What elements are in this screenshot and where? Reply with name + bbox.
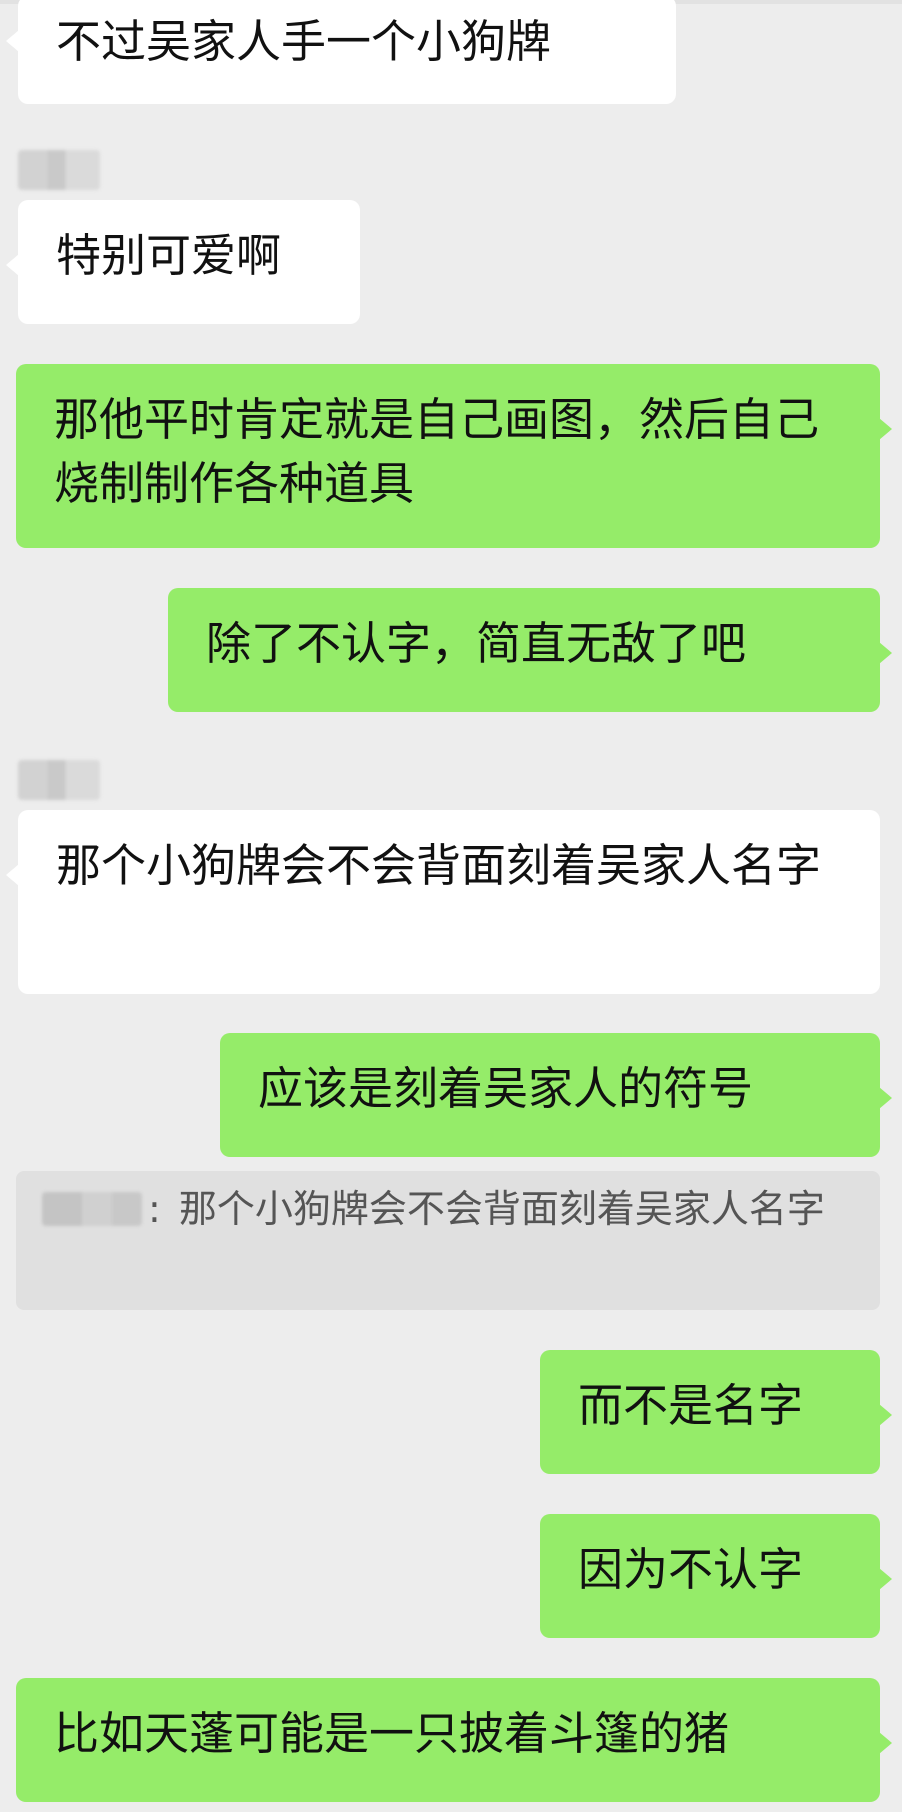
- bubble-tail: [879, 642, 892, 664]
- message-bubble-outgoing[interactable]: 因为不认字: [540, 1514, 892, 1638]
- message-text: 应该是刻着吴家人的符号: [258, 1062, 754, 1115]
- bubble-tail: [6, 254, 19, 276]
- bubble-tail: [6, 30, 19, 52]
- bubble-tail: [879, 1087, 892, 1109]
- quoted-text: 那个小狗牌会不会背面刻着吴家人名字: [178, 1187, 825, 1231]
- sender-name-blurred: [18, 760, 100, 800]
- quoted-message[interactable]: : 那个小狗牌会不会背面刻着吴家人名字: [16, 1171, 880, 1310]
- message-text: 而不是名字: [578, 1379, 804, 1432]
- message-bubble-incoming[interactable]: 不过吴家人手一个小狗牌: [6, 0, 676, 104]
- message-bubble-outgoing[interactable]: 应该是刻着吴家人的符号: [220, 1033, 892, 1157]
- quote-separator: :: [148, 1187, 161, 1231]
- message-text: 那他平时肯定就是自己画图，然后自己烧制制作各种道具: [54, 393, 820, 510]
- bubble-tail: [879, 418, 892, 440]
- bubble-tail: [879, 1404, 892, 1426]
- message-text: 特别可爱啊: [56, 229, 282, 282]
- quoted-sender-blurred: [42, 1192, 142, 1226]
- message-bubble-incoming[interactable]: 那个小狗牌会不会背面刻着吴家人名字: [6, 810, 880, 994]
- message-text: 不过吴家人手一个小狗牌: [56, 15, 552, 68]
- bubble-tail: [6, 864, 19, 886]
- message-bubble-outgoing[interactable]: 那他平时肯定就是自己画图，然后自己烧制制作各种道具: [16, 364, 892, 548]
- bubble-tail: [879, 1732, 892, 1754]
- message-bubble-outgoing[interactable]: 除了不认字，简直无敌了吧: [168, 588, 892, 712]
- message-bubble-outgoing[interactable]: 比如天蓬可能是一只披着斗篷的猪: [16, 1678, 892, 1802]
- message-text: 比如天蓬可能是一只披着斗篷的猪: [54, 1707, 730, 1760]
- message-bubble-incoming[interactable]: 特别可爱啊: [6, 200, 360, 324]
- message-text: 除了不认字，简直无敌了吧: [206, 617, 747, 670]
- bubble-tail: [879, 1568, 892, 1590]
- message-text: 因为不认字: [578, 1543, 804, 1596]
- message-text: 那个小狗牌会不会背面刻着吴家人名字: [56, 839, 822, 892]
- sender-name-blurred: [18, 150, 100, 190]
- message-bubble-outgoing[interactable]: 而不是名字: [540, 1350, 892, 1474]
